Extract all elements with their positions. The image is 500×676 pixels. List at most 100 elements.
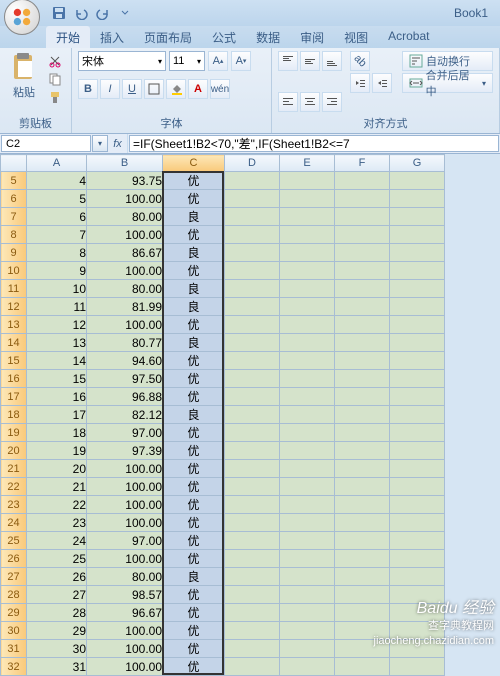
row-header-30[interactable]: 30 [1, 622, 27, 640]
cell-G7[interactable] [390, 208, 445, 226]
cell-D26[interactable] [225, 550, 280, 568]
fill-color-button[interactable] [166, 79, 186, 99]
cell-F15[interactable] [335, 352, 390, 370]
tab-数据[interactable]: 数据 [246, 26, 290, 48]
cell-C24[interactable]: 优 [163, 514, 225, 532]
cell-C10[interactable]: 优 [163, 262, 225, 280]
cell-C26[interactable]: 优 [163, 550, 225, 568]
row-header-9[interactable]: 9 [1, 244, 27, 262]
row-header-22[interactable]: 22 [1, 478, 27, 496]
cell-D22[interactable] [225, 478, 280, 496]
cell-C8[interactable]: 优 [163, 226, 225, 244]
row-header-20[interactable]: 20 [1, 442, 27, 460]
merge-center-button[interactable]: 合并后居中▾ [402, 73, 493, 93]
cell-F6[interactable] [335, 190, 390, 208]
row-header-14[interactable]: 14 [1, 334, 27, 352]
select-all-corner[interactable] [1, 155, 27, 172]
cell-A16[interactable]: 15 [27, 370, 87, 388]
cell-F19[interactable] [335, 424, 390, 442]
col-header-B[interactable]: B [87, 155, 163, 172]
font-color-button[interactable]: A [188, 79, 208, 99]
cell-D24[interactable] [225, 514, 280, 532]
cell-G25[interactable] [390, 532, 445, 550]
cell-C21[interactable]: 优 [163, 460, 225, 478]
col-header-G[interactable]: G [390, 155, 445, 172]
cell-G26[interactable] [390, 550, 445, 568]
cell-A21[interactable]: 20 [27, 460, 87, 478]
cell-C13[interactable]: 优 [163, 316, 225, 334]
row-header-5[interactable]: 5 [1, 172, 27, 190]
cell-D11[interactable] [225, 280, 280, 298]
row-header-29[interactable]: 29 [1, 604, 27, 622]
cell-A6[interactable]: 5 [27, 190, 87, 208]
tab-插入[interactable]: 插入 [90, 26, 134, 48]
cell-C7[interactable]: 良 [163, 208, 225, 226]
cell-A15[interactable]: 14 [27, 352, 87, 370]
cell-A8[interactable]: 7 [27, 226, 87, 244]
cell-D30[interactable] [225, 622, 280, 640]
cell-C17[interactable]: 优 [163, 388, 225, 406]
undo-button[interactable] [72, 4, 90, 22]
cell-B28[interactable]: 98.57 [87, 586, 163, 604]
cell-A7[interactable]: 6 [27, 208, 87, 226]
cell-B19[interactable]: 97.00 [87, 424, 163, 442]
cell-C32[interactable]: 优 [163, 658, 225, 676]
border-button[interactable] [144, 79, 164, 99]
row-header-21[interactable]: 21 [1, 460, 27, 478]
cell-A23[interactable]: 22 [27, 496, 87, 514]
cell-F27[interactable] [335, 568, 390, 586]
cell-F11[interactable] [335, 280, 390, 298]
cell-A31[interactable]: 30 [27, 640, 87, 658]
cell-B14[interactable]: 80.77 [87, 334, 163, 352]
align-middle-button[interactable] [300, 51, 320, 71]
row-header-28[interactable]: 28 [1, 586, 27, 604]
tab-Acrobat[interactable]: Acrobat [378, 26, 439, 48]
row-header-15[interactable]: 15 [1, 352, 27, 370]
cell-B26[interactable]: 100.00 [87, 550, 163, 568]
decrease-indent-button[interactable] [350, 73, 370, 93]
cell-A13[interactable]: 12 [27, 316, 87, 334]
cell-G11[interactable] [390, 280, 445, 298]
cell-E25[interactable] [280, 532, 335, 550]
cell-C25[interactable]: 优 [163, 532, 225, 550]
cell-F26[interactable] [335, 550, 390, 568]
cell-D27[interactable] [225, 568, 280, 586]
cell-B15[interactable]: 94.60 [87, 352, 163, 370]
align-top-button[interactable] [278, 51, 298, 71]
cell-B5[interactable]: 93.75 [87, 172, 163, 190]
font-size-combo[interactable]: 11▾ [169, 51, 205, 71]
cell-E14[interactable] [280, 334, 335, 352]
cell-C9[interactable]: 良 [163, 244, 225, 262]
cell-D14[interactable] [225, 334, 280, 352]
cell-A11[interactable]: 10 [27, 280, 87, 298]
cell-E7[interactable] [280, 208, 335, 226]
cell-G18[interactable] [390, 406, 445, 424]
row-header-25[interactable]: 25 [1, 532, 27, 550]
cell-D9[interactable] [225, 244, 280, 262]
cell-E20[interactable] [280, 442, 335, 460]
cell-G21[interactable] [390, 460, 445, 478]
grow-font-button[interactable]: A▴ [208, 51, 228, 71]
cell-C11[interactable]: 良 [163, 280, 225, 298]
cell-E17[interactable] [280, 388, 335, 406]
row-header-32[interactable]: 32 [1, 658, 27, 676]
cell-G22[interactable] [390, 478, 445, 496]
row-header-8[interactable]: 8 [1, 226, 27, 244]
row-header-12[interactable]: 12 [1, 298, 27, 316]
cell-B8[interactable]: 100.00 [87, 226, 163, 244]
cell-B22[interactable]: 100.00 [87, 478, 163, 496]
cell-E6[interactable] [280, 190, 335, 208]
name-box[interactable]: C2 [1, 135, 91, 152]
cell-D5[interactable] [225, 172, 280, 190]
cell-G14[interactable] [390, 334, 445, 352]
cell-F32[interactable] [335, 658, 390, 676]
underline-button[interactable]: U [122, 79, 142, 99]
align-center-button[interactable] [300, 92, 320, 112]
cell-C27[interactable]: 良 [163, 568, 225, 586]
cell-E15[interactable] [280, 352, 335, 370]
phonetic-button[interactable]: wén [210, 79, 230, 99]
align-right-button[interactable] [322, 92, 342, 112]
cell-E13[interactable] [280, 316, 335, 334]
col-header-F[interactable]: F [335, 155, 390, 172]
cell-G24[interactable] [390, 514, 445, 532]
